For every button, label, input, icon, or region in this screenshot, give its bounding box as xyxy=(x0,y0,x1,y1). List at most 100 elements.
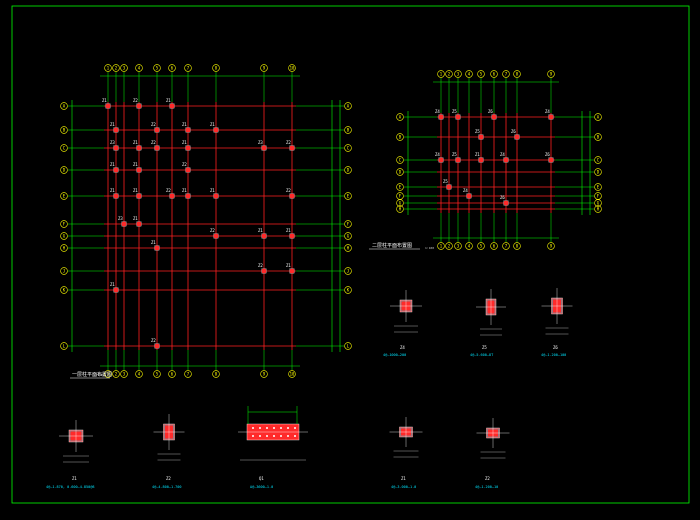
left-axis-top-label: 1 xyxy=(107,65,110,70)
left-plan-title: 一层柱平面布置图 xyxy=(72,371,112,378)
left-axis-right-label: J xyxy=(347,268,349,273)
right-column-mark: Z4 xyxy=(545,109,550,114)
left-column-mark: Z1 xyxy=(110,282,115,287)
section-q1-rebar xyxy=(280,435,282,437)
right-axis-top-label: 1 xyxy=(440,71,443,76)
left-column xyxy=(113,167,119,173)
right-axis-bottom-label: 4 xyxy=(468,243,471,248)
left-column xyxy=(136,145,142,151)
left-column-mark: Z2 xyxy=(133,98,138,103)
right-column-mark: Z6 xyxy=(511,129,516,134)
left-axis-left-label: C xyxy=(63,145,66,150)
section-q1-rebar xyxy=(273,427,275,429)
left-column-mark: Z1 xyxy=(182,140,187,145)
right-axis-top-label: 6 xyxy=(493,71,496,76)
section-q1-rebar xyxy=(287,435,289,437)
left-column-mark: Z2 xyxy=(258,263,263,268)
left-axis-bottom-label: 7 xyxy=(187,371,190,376)
section-q1-rebar xyxy=(252,427,254,429)
right-axis-left-label: D xyxy=(399,169,402,174)
cad-drawing-sheet: 1 1 2 2 3 3 4 4 5 5 6 6 7 7 8 8 9 9 10 10 A A B B C C D D E E F F G G H H J J… xyxy=(0,0,700,516)
right-column-mark: Z6 xyxy=(488,109,493,114)
right-axis-top-label: 8 xyxy=(516,71,519,76)
section-spec-z5: 4@—5.600—8T xyxy=(470,353,494,357)
left-column xyxy=(113,145,119,151)
right-plan-title: 二层柱平面布置图 xyxy=(372,242,412,249)
right-axis-left-label: C xyxy=(399,157,402,162)
left-column-plan: 1122334455667788991010A AB BC CD DE EF FG GH HJ J… xyxy=(60,64,352,378)
left-column-mark: Z1 xyxy=(133,216,138,221)
left-column xyxy=(169,193,175,199)
right-axis-left-label: G xyxy=(399,200,402,205)
left-column-mark: Z2 xyxy=(151,338,156,343)
section-q1-rebar xyxy=(259,435,261,437)
right-column xyxy=(514,134,520,140)
left-column-mark: Z1 xyxy=(110,122,115,127)
left-column-mark: Z1 xyxy=(182,188,187,193)
left-column-mark: Z1 xyxy=(133,188,138,193)
right-axis-bottom-label: 7 xyxy=(505,243,508,248)
left-column xyxy=(289,145,295,151)
right-column xyxy=(455,114,461,120)
left-column xyxy=(261,145,267,151)
right-column xyxy=(478,157,484,163)
section-spec-q1: A@—3600—1.0 xyxy=(250,485,273,489)
right-axis-right-label: H xyxy=(597,206,600,211)
left-axis-top-label: 5 xyxy=(156,65,159,70)
left-axis-right-label: H xyxy=(347,245,350,250)
left-column-mark: Z1 xyxy=(133,140,138,145)
right-axis-right-label: B xyxy=(597,134,600,139)
right-column-mark: Z4 xyxy=(435,152,440,157)
right-column-mark: Z5 xyxy=(443,179,448,184)
left-axis-top-label: 9 xyxy=(263,65,266,70)
section-spec-z2b: 4@—1.200—10 xyxy=(475,485,498,489)
left-axis-bottom-label: 10 xyxy=(290,371,295,376)
left-column-mark: Z1 xyxy=(151,240,156,245)
left-axis-left-label: E xyxy=(63,193,66,198)
left-axis-bottom-label: 2 xyxy=(115,371,118,376)
right-column-mark: Z1 xyxy=(475,152,480,157)
section-label-q1: Q1 xyxy=(259,476,264,481)
left-axis-right-label: C xyxy=(347,145,350,150)
right-column-mark: Z4 xyxy=(500,152,505,157)
right-axis-top-label: 5 xyxy=(480,71,483,76)
right-column-mark: Z6 xyxy=(500,195,505,200)
left-column xyxy=(185,145,191,151)
section-label-z4: Z4 xyxy=(400,345,405,350)
right-axis-right-label: F xyxy=(597,193,600,198)
right-axis-right-label: D xyxy=(597,169,600,174)
left-axis-top-label: 8 xyxy=(215,65,218,70)
right-axis-left-label: H xyxy=(399,206,402,211)
left-column xyxy=(185,193,191,199)
right-column xyxy=(438,157,444,163)
right-axis-bottom-label: 6 xyxy=(493,243,496,248)
left-column xyxy=(121,221,127,227)
left-axis-top-label: 10 xyxy=(290,65,295,70)
left-column xyxy=(136,103,142,109)
section-spec-z2: 4@—4.800—1.700 xyxy=(152,485,182,489)
right-axis-bottom-label: 5 xyxy=(480,243,483,248)
right-column xyxy=(478,134,484,140)
left-column xyxy=(289,233,295,239)
right-axis-top-label: 7 xyxy=(505,71,508,76)
left-column-mark: Z2 xyxy=(286,140,291,145)
right-column xyxy=(455,157,461,163)
left-axis-left-label: J xyxy=(63,268,65,273)
right-axis-left-label: E xyxy=(399,184,402,189)
left-axis-left-label: L xyxy=(63,343,66,348)
right-column xyxy=(503,200,509,206)
right-column-mark: Z5 xyxy=(475,129,480,134)
right-column xyxy=(548,157,554,163)
left-axis-right-label: B xyxy=(347,127,350,132)
left-column-mark: Z3 xyxy=(110,140,115,145)
right-axis-top-label: 2 xyxy=(448,71,451,76)
right-column xyxy=(548,114,554,120)
left-axis-bottom-label: 8 xyxy=(215,371,218,376)
section-spec-z1: 4@—1.870, 0.600—4.850@8 xyxy=(46,485,94,489)
left-column-mark: Z2 xyxy=(286,188,291,193)
left-axis-left-label: H xyxy=(63,245,66,250)
section-label-z2: Z2 xyxy=(166,476,171,481)
right-axis-bottom-label: 9 xyxy=(550,243,553,248)
section-label-z5: Z5 xyxy=(482,345,487,350)
right-column xyxy=(466,193,472,199)
